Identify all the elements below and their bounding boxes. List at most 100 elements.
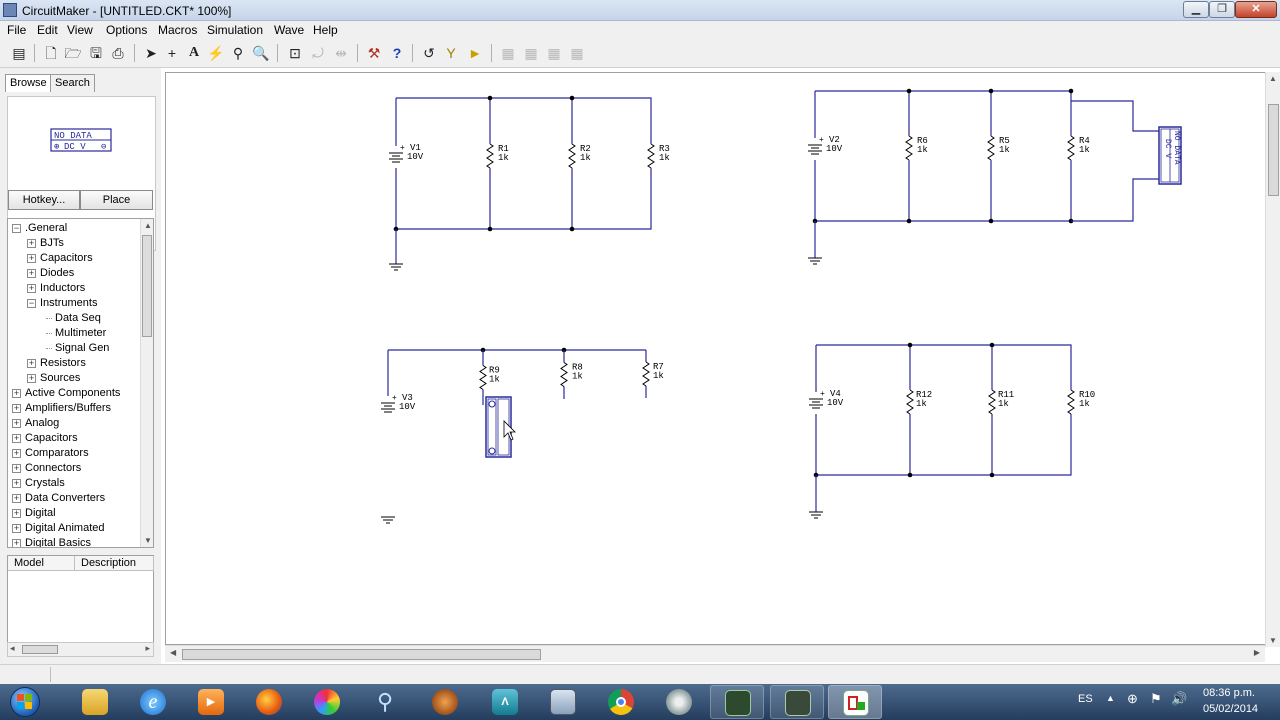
tree-expander-icon[interactable]: +: [12, 494, 21, 503]
show-hidden-icons-icon[interactable]: ▲: [1106, 693, 1115, 703]
junction-node[interactable]: [989, 342, 995, 348]
resistor-value[interactable]: 1k: [916, 399, 927, 409]
text-tool-icon[interactable]: A: [185, 44, 203, 62]
chrome-icon[interactable]: [594, 685, 648, 719]
calculator-icon[interactable]: [536, 685, 590, 719]
digital-analog-icon[interactable]: ⚒: [365, 44, 383, 62]
resistor-value[interactable]: 1k: [498, 153, 509, 163]
save-icon[interactable]: 🖫: [87, 44, 105, 62]
junction-node[interactable]: [487, 226, 493, 232]
junction-node[interactable]: [906, 218, 912, 224]
wire[interactable]: [395, 97, 652, 230]
junction-node[interactable]: [907, 472, 913, 478]
disk-icon[interactable]: [652, 685, 706, 719]
run-icon[interactable]: ►: [466, 44, 484, 62]
tree-item[interactable]: Instruments: [40, 297, 97, 309]
arduino-icon[interactable]: Λ: [478, 685, 532, 719]
firefox-icon[interactable]: [242, 685, 296, 719]
source-value[interactable]: 10V: [826, 144, 843, 154]
resistor-value[interactable]: 1k: [999, 145, 1010, 155]
tree-item[interactable]: Sources: [40, 372, 80, 384]
junction-node[interactable]: [1068, 88, 1074, 94]
tree-item[interactable]: Diodes: [40, 267, 74, 279]
canvas-horizontal-scrollbar[interactable]: ◀ ▶: [165, 645, 1265, 662]
magnifier-icon[interactable]: 🔍: [252, 44, 270, 62]
tree-expander-icon[interactable]: +: [27, 239, 36, 248]
junction-node[interactable]: [988, 218, 994, 224]
tree-expander-icon[interactable]: −: [27, 299, 36, 308]
tree-item[interactable]: Multimeter: [55, 327, 106, 339]
junction-node[interactable]: [989, 472, 995, 478]
step-icon[interactable]: ▦: [499, 44, 517, 62]
tree-expander-icon[interactable]: +: [27, 284, 36, 293]
tree-item[interactable]: Crystals: [25, 477, 65, 489]
tree-item[interactable]: Data Seq: [55, 312, 101, 324]
tree-expander-icon[interactable]: +: [27, 269, 36, 278]
tree-expander-icon[interactable]: +: [27, 254, 36, 263]
tree-expander-icon[interactable]: +: [27, 359, 36, 368]
menu-wave[interactable]: Wave: [274, 23, 304, 37]
resistor-value[interactable]: 1k: [917, 145, 928, 155]
multimeter-display[interactable]: NO DATA: [1172, 131, 1181, 165]
source-value[interactable]: 10V: [827, 398, 844, 408]
probe-tool-icon[interactable]: ⚡: [207, 44, 225, 62]
media-player-icon[interactable]: ▶: [184, 685, 238, 719]
resistor-symbol[interactable]: [479, 365, 487, 390]
tree-item[interactable]: Capacitors: [40, 252, 93, 264]
tree-expander-icon[interactable]: +: [12, 464, 21, 473]
resistor-value[interactable]: 1k: [580, 153, 591, 163]
description-column-header[interactable]: Description: [75, 556, 154, 571]
tab-search[interactable]: Search: [50, 74, 95, 92]
tree-expander-icon[interactable]: +: [27, 374, 36, 383]
tree-expander-icon[interactable]: +: [12, 509, 21, 518]
tree-item[interactable]: Inductors: [40, 282, 85, 294]
tree-expander-icon[interactable]: +: [12, 539, 21, 547]
source-value[interactable]: 10V: [407, 152, 424, 162]
paint-icon[interactable]: [300, 685, 354, 719]
arrow-tool-icon[interactable]: ➤: [142, 44, 160, 62]
app-icon[interactable]: [418, 685, 472, 719]
print-icon[interactable]: ⎙: [109, 44, 127, 62]
tree-scrollbar[interactable]: ▲ ▼: [140, 219, 153, 547]
circuitmaker-icon[interactable]: [828, 685, 882, 719]
source-value[interactable]: 10V: [399, 402, 416, 412]
junction-node[interactable]: [487, 95, 493, 101]
battery-plus[interactable]: +: [819, 136, 824, 145]
canvas-vertical-scrollbar[interactable]: ▲ ▼: [1265, 72, 1280, 647]
battery-plus[interactable]: +: [400, 144, 405, 153]
tree-expander-icon[interactable]: −: [12, 224, 21, 233]
junction-node[interactable]: [569, 226, 575, 232]
tree-item[interactable]: BJTs: [40, 237, 64, 249]
device-library-icon[interactable]: ▤: [10, 44, 28, 62]
waveform-icon[interactable]: ▦: [545, 44, 563, 62]
zoom-tool-icon[interactable]: ⚲: [229, 44, 247, 62]
tree-item[interactable]: Connectors: [25, 462, 81, 474]
open-folder-icon[interactable]: 🗁: [64, 44, 82, 62]
scope-icon[interactable]: ▦: [568, 44, 586, 62]
resistor-value[interactable]: 1k: [1079, 399, 1090, 409]
junction-node[interactable]: [907, 342, 913, 348]
resistor-value[interactable]: 1k: [1079, 145, 1090, 155]
battery-plus[interactable]: +: [820, 390, 825, 399]
tree-expander-icon[interactable]: +: [12, 449, 21, 458]
resistor-symbol[interactable]: [560, 362, 568, 387]
search-icon[interactable]: ⚲: [358, 685, 412, 719]
tab-browse[interactable]: Browse: [5, 74, 52, 92]
restore-button[interactable]: ❐: [1209, 1, 1235, 18]
menu-options[interactable]: Options: [106, 23, 147, 37]
junction-node[interactable]: [906, 88, 912, 94]
schematic-drawing[interactable]: + V110VR11kR21kR31k+ V210VR61kR51kR41k NO D…: [166, 73, 1269, 646]
probe-icon[interactable]: Y: [442, 44, 460, 62]
tree-item[interactable]: Comparators: [25, 447, 89, 459]
tree-expander-icon[interactable]: +: [12, 404, 21, 413]
tree-expander-icon[interactable]: +: [12, 389, 21, 398]
tree-item[interactable]: Digital Basics: [25, 537, 91, 547]
menu-help[interactable]: Help: [313, 23, 338, 37]
wire[interactable]: [1071, 178, 1161, 222]
tree-item[interactable]: Data Converters: [25, 492, 105, 504]
tree-item[interactable]: Analog: [25, 417, 59, 429]
action-center-icon[interactable]: ⚑: [1150, 691, 1162, 707]
resistor-value[interactable]: 1k: [653, 371, 664, 381]
tree-item[interactable]: Resistors: [40, 357, 86, 369]
start-orb-icon[interactable]: [4, 685, 46, 719]
